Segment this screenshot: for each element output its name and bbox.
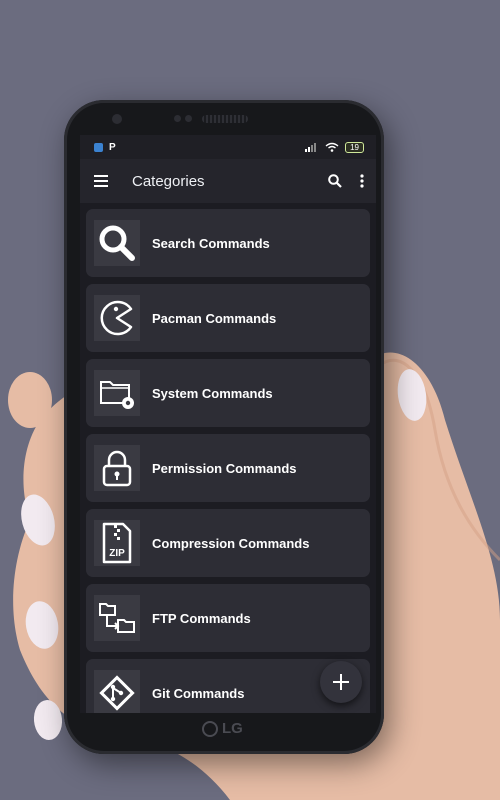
status-bar: P 19 xyxy=(80,135,376,159)
category-label: Compression Commands xyxy=(152,535,310,551)
category-card-compression[interactable]: ZIP Compression Commands xyxy=(86,509,370,577)
folder-gear-icon xyxy=(94,370,140,416)
brand-text: LG xyxy=(222,720,243,737)
front-camera-icon xyxy=(112,114,122,124)
more-vert-icon[interactable] xyxy=(360,174,364,188)
wifi-icon xyxy=(325,142,339,152)
notification-letter: P xyxy=(109,141,116,153)
category-card-pacman[interactable]: Pacman Commands xyxy=(86,284,370,352)
search-icon[interactable] xyxy=(328,174,342,188)
category-label: Git Commands xyxy=(152,685,245,701)
page-title: Categories xyxy=(132,172,205,190)
category-label: Search Commands xyxy=(152,235,270,251)
category-label: Pacman Commands xyxy=(152,310,277,326)
zip-file-icon: ZIP xyxy=(94,520,140,566)
category-label: FTP Commands xyxy=(152,610,251,626)
category-card-permission[interactable]: Permission Commands xyxy=(86,434,370,502)
category-card-system[interactable]: System Commands xyxy=(86,359,370,427)
lg-logo-icon xyxy=(202,720,218,737)
category-label: System Commands xyxy=(152,385,273,401)
sensor-dot xyxy=(174,115,181,122)
add-button[interactable] xyxy=(320,661,362,703)
folder-transfer-icon xyxy=(94,595,140,641)
earpiece-speaker xyxy=(202,115,248,123)
category-card-search[interactable]: Search Commands xyxy=(86,209,370,277)
category-list: Search Commands Pacman Commands System C… xyxy=(80,203,376,713)
sensor-dot xyxy=(185,115,192,122)
device-brand: LG xyxy=(202,720,243,737)
git-icon xyxy=(94,670,140,713)
zip-text: ZIP xyxy=(109,548,125,559)
notification-app-icon xyxy=(94,142,103,152)
plus-icon xyxy=(333,674,349,690)
category-card-ftp[interactable]: FTP Commands xyxy=(86,584,370,652)
category-label: Permission Commands xyxy=(152,460,297,476)
app-screen: P 19 Categories Search Commands Pacman C… xyxy=(80,135,376,713)
app-bar: Categories xyxy=(80,159,376,203)
pacman-icon xyxy=(94,295,140,341)
cellular-signal-icon xyxy=(305,143,317,152)
hamburger-menu-icon[interactable] xyxy=(94,175,108,187)
battery-indicator: 19 xyxy=(345,141,364,153)
lock-icon xyxy=(94,445,140,491)
magnifier-icon xyxy=(94,220,140,266)
